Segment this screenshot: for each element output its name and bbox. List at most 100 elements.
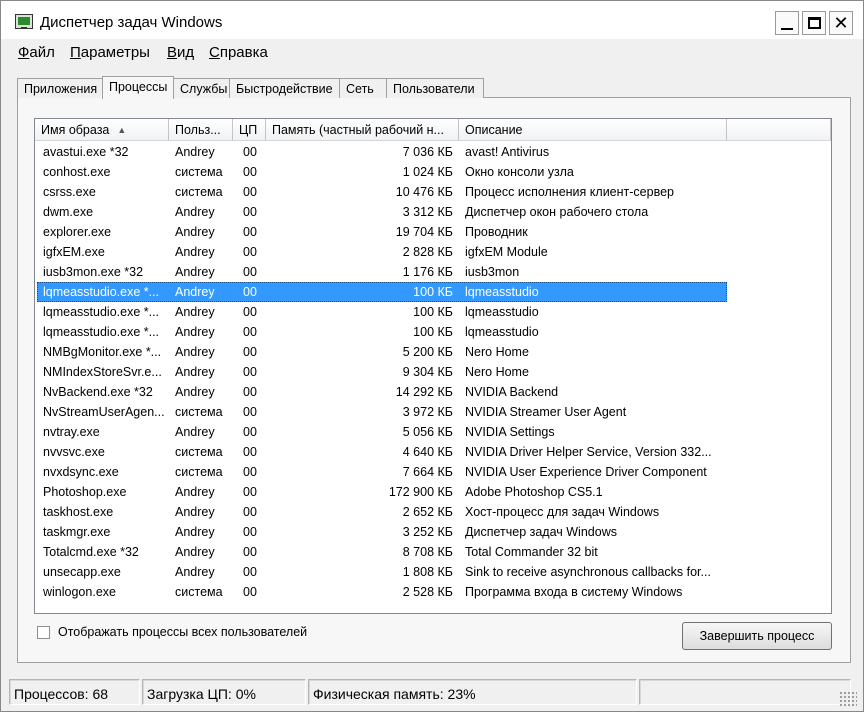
cell-description: NVIDIA Settings xyxy=(465,425,555,439)
cell-description: lqmeasstudio xyxy=(465,285,539,299)
tab-processes[interactable]: Процессы xyxy=(102,76,174,99)
table-row[interactable]: winlogon.exe система 00 2 528 КБ Программа в… xyxy=(35,582,831,602)
cell-cpu: 00 xyxy=(243,505,257,519)
table-row[interactable]: lqmeasstudio.exe *... Andrey 00 100 КБ lqmea… xyxy=(35,322,831,342)
tab-applications[interactable]: Приложения xyxy=(17,78,103,98)
cell-memory: 4 640 КБ xyxy=(402,445,453,459)
cell-user: Andrey xyxy=(175,225,215,239)
cell-user: Andrey xyxy=(175,485,215,499)
cell-user: Andrey xyxy=(175,565,215,579)
cell-memory: 2 528 КБ xyxy=(402,585,453,599)
cell-memory: 100 КБ xyxy=(413,305,453,319)
table-row[interactable]: taskhost.exe Andrey 00 2 652 КБ Хост-процесс… xyxy=(35,502,831,522)
cell-description: Процесс исполнения клиент-сервер xyxy=(465,185,674,199)
close-button[interactable]: ✕ xyxy=(829,11,853,35)
cell-image-name: Photoshop.exe xyxy=(43,485,127,499)
table-row[interactable]: unsecapp.exe Andrey 00 1 808 КБ Sink to rece… xyxy=(35,562,831,582)
cell-image-name: explorer.exe xyxy=(43,225,112,239)
process-list[interactable]: Имя образа ▲ Польз... ЦП Память (частный … xyxy=(34,118,832,614)
cell-image-name: lqmeasstudio.exe *... xyxy=(43,305,160,319)
table-row[interactable]: explorer.exe Andrey 00 19 704 КБ Проводник xyxy=(35,222,831,242)
table-row[interactable]: Photoshop.exe Andrey 00 172 900 КБ Adobe Pho… xyxy=(35,482,831,502)
show-all-users-checkbox[interactable] xyxy=(37,626,50,639)
menu-view[interactable]: Вид xyxy=(167,44,194,61)
menu-help[interactable]: Справка xyxy=(209,44,268,61)
tab-network[interactable]: Сеть xyxy=(339,78,387,98)
cell-memory: 7 036 КБ xyxy=(402,145,453,159)
table-row[interactable]: dwm.exe Andrey 00 3 312 КБ Диспетчер окон ра… xyxy=(35,202,831,222)
cell-image-name: avastui.exe *32 xyxy=(43,145,129,159)
maximize-icon xyxy=(807,17,821,29)
tab-services[interactable]: Службы xyxy=(173,78,230,98)
cell-memory: 1 808 КБ xyxy=(402,565,453,579)
end-process-button[interactable]: Завершить процесс xyxy=(682,622,832,650)
cell-cpu: 00 xyxy=(243,365,257,379)
table-row[interactable]: Totalcmd.exe *32 Andrey 00 8 708 КБ Total Co… xyxy=(35,542,831,562)
tab-performance[interactable]: Быстродействие xyxy=(229,78,340,98)
cell-image-name: nvvsvc.exe xyxy=(43,445,105,459)
process-rows: avastui.exe *32 Andrey 00 7 036 КБ avast! An… xyxy=(35,142,831,602)
table-row[interactable]: igfxEM.exe Andrey 00 2 828 КБ igfxEM Module xyxy=(35,242,831,262)
status-cpu-load: Загрузка ЦП: 0% xyxy=(142,679,306,705)
column-cpu[interactable]: ЦП xyxy=(233,119,266,141)
table-row[interactable]: lqmeasstudio.exe *... Andrey 00 100 КБ lqmea… xyxy=(35,302,831,322)
cell-cpu: 00 xyxy=(243,185,257,199)
table-row[interactable]: NvStreamUserAgen... система 00 3 972 КБ NVID… xyxy=(35,402,831,422)
cell-cpu: 00 xyxy=(243,385,257,399)
cell-cpu: 00 xyxy=(243,325,257,339)
maximize-button[interactable] xyxy=(802,11,826,35)
tab-users[interactable]: Пользователи xyxy=(386,78,484,98)
table-row[interactable]: NMIndexStoreSvr.e... Andrey 00 9 304 КБ Nero… xyxy=(35,362,831,382)
task-manager-window: Диспетчер задач Windows ✕ Файл Параметры… xyxy=(0,0,864,712)
cell-user: система xyxy=(175,585,223,599)
cell-description: Sink to receive asynchronous callbacks f… xyxy=(465,565,711,579)
cell-cpu: 00 xyxy=(243,405,257,419)
table-row[interactable]: nvtray.exe Andrey 00 5 056 КБ NVIDIA Setting… xyxy=(35,422,831,442)
close-icon: ✕ xyxy=(833,13,849,33)
cell-user: система xyxy=(175,405,223,419)
table-row[interactable]: NMBgMonitor.exe *... Andrey 00 5 200 КБ Nero… xyxy=(35,342,831,362)
table-row[interactable]: avastui.exe *32 Andrey 00 7 036 КБ avast! An… xyxy=(35,142,831,162)
column-memory[interactable]: Память (частный рабочий н... xyxy=(266,119,459,141)
cell-memory: 172 900 КБ xyxy=(388,485,453,499)
cell-image-name: NvBackend.exe *32 xyxy=(43,385,153,399)
menu-file[interactable]: Файл xyxy=(18,44,55,61)
title-bar[interactable]: Диспетчер задач Windows ✕ xyxy=(1,1,863,39)
cell-user: Andrey xyxy=(175,245,215,259)
cell-memory: 14 292 КБ xyxy=(395,385,453,399)
column-image-name[interactable]: Имя образа ▲ xyxy=(35,119,169,141)
cell-cpu: 00 xyxy=(243,525,257,539)
cell-image-name: Totalcmd.exe *32 xyxy=(43,545,139,559)
resize-grip-icon[interactable] xyxy=(839,691,857,707)
cell-user: Andrey xyxy=(175,325,215,339)
table-row[interactable]: lqmeasstudio.exe *... Andrey 00 100 КБ lqmea… xyxy=(35,282,831,302)
cell-description: lqmeasstudio xyxy=(465,325,539,339)
minimize-button[interactable] xyxy=(775,11,799,35)
cell-image-name: conhost.exe xyxy=(43,165,111,179)
cell-description: igfxEM Module xyxy=(465,245,548,259)
cell-memory: 8 708 КБ xyxy=(402,545,453,559)
cell-user: Andrey xyxy=(175,385,215,399)
cell-cpu: 00 xyxy=(243,165,257,179)
table-row[interactable]: conhost.exe система 00 1 024 КБ Окно консоли… xyxy=(35,162,831,182)
cell-description: NVIDIA Driver Helper Service, Version 33… xyxy=(465,445,712,459)
table-row[interactable]: csrss.exe система 00 10 476 КБ Процесс испол… xyxy=(35,182,831,202)
cell-description: Adobe Photoshop CS5.1 xyxy=(465,485,603,499)
table-row[interactable]: NvBackend.exe *32 Andrey 00 14 292 КБ NVIDIA… xyxy=(35,382,831,402)
cell-user: Andrey xyxy=(175,265,215,279)
column-description[interactable]: Описание xyxy=(459,119,727,141)
cell-description: Проводник xyxy=(465,225,528,239)
table-row[interactable]: nvxdsync.exe система 00 7 664 КБ NVIDIA User… xyxy=(35,462,831,482)
table-row[interactable]: taskmgr.exe Andrey 00 3 252 КБ Диспетчер зад… xyxy=(35,522,831,542)
table-row[interactable]: nvvsvc.exe система 00 4 640 КБ NVIDIA Driver… xyxy=(35,442,831,462)
cell-memory: 100 КБ xyxy=(413,325,453,339)
column-user[interactable]: Польз... xyxy=(169,119,233,141)
table-row[interactable]: iusb3mon.exe *32 Andrey 00 1 176 КБ iusb3mon xyxy=(35,262,831,282)
cell-memory: 9 304 КБ xyxy=(402,365,453,379)
menu-options[interactable]: Параметры xyxy=(70,44,150,61)
cell-image-name: dwm.exe xyxy=(43,205,94,219)
cell-description: Диспетчер окон рабочего стола xyxy=(465,205,649,219)
cell-image-name: NMBgMonitor.exe *... xyxy=(43,345,162,359)
cell-image-name: taskhost.exe xyxy=(43,505,114,519)
cell-user: Andrey xyxy=(175,345,215,359)
